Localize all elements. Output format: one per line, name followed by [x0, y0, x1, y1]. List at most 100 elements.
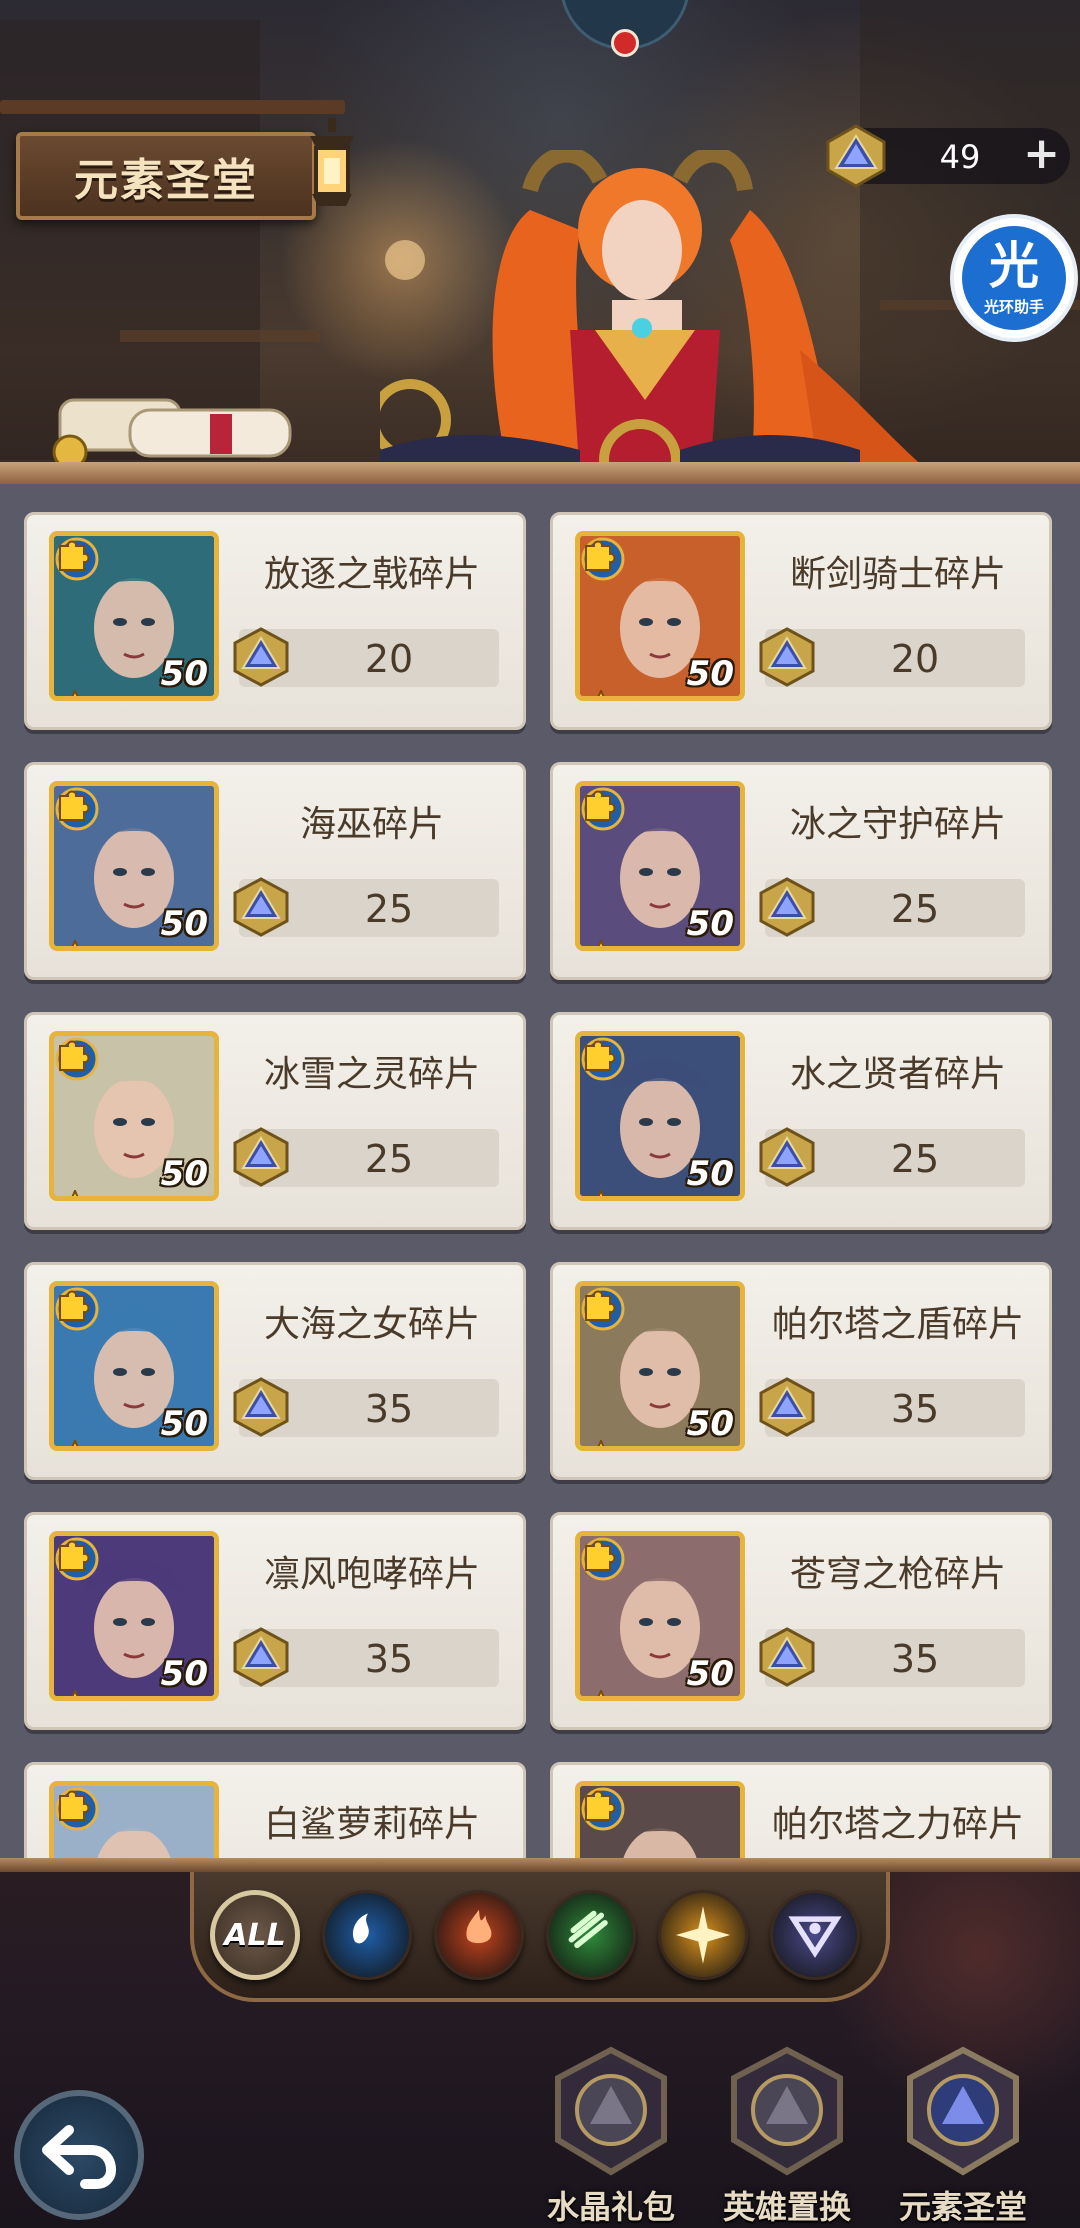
- price-button[interactable]: 25: [233, 1127, 499, 1187]
- price-value: 35: [890, 1637, 940, 1681]
- shard-puzzle-icon: [585, 1790, 616, 1821]
- filter-dark-element-button[interactable]: [770, 1890, 860, 1980]
- hero-portrait[interactable]: 50: [575, 1281, 745, 1451]
- hero-portrait[interactable]: 50: [575, 531, 745, 701]
- shard-name: 帕尔塔之力碎片: [771, 1804, 1024, 1845]
- price-value: 35: [364, 1637, 414, 1681]
- price-value: 25: [364, 887, 414, 931]
- shard-item-card[interactable]: 50 冰雪之灵碎片 25: [24, 1012, 526, 1230]
- hero-portrait[interactable]: 50: [575, 1031, 745, 1201]
- element-gem-icon: [233, 627, 289, 687]
- hero-level: 50: [686, 654, 734, 694]
- currency-counter: 49 +: [826, 124, 1070, 188]
- counter-ledge: [0, 462, 1080, 484]
- shard-item-card[interactable]: 50 断剑骑士碎片 20: [550, 512, 1052, 730]
- hero-portrait[interactable]: 50: [49, 1281, 219, 1451]
- shard-name: 白鲨萝莉碎片: [263, 1804, 480, 1845]
- price-button[interactable]: 35: [759, 1377, 1025, 1437]
- price-button[interactable]: 20: [759, 627, 1025, 687]
- shard-name: 帕尔塔之盾碎片: [771, 1304, 1024, 1345]
- shard-item-card[interactable]: 50 凛风咆哮碎片 35: [24, 1512, 526, 1730]
- helper-glyph: 光: [989, 236, 1039, 295]
- back-arrow-icon: [42, 2125, 117, 2189]
- element-gem-icon: [233, 1377, 289, 1437]
- page-title: 元素圣堂: [74, 155, 258, 206]
- star-icon: [597, 1440, 605, 1446]
- star-icon: [71, 690, 79, 696]
- filter-water-element-button[interactable]: [322, 1890, 412, 1980]
- hero-portrait[interactable]: 50: [49, 531, 219, 701]
- filter-light-element-button[interactable]: [658, 1890, 748, 1980]
- shard-item-card[interactable]: 50 海巫碎片 25: [24, 762, 526, 980]
- star-icon: [597, 1190, 605, 1196]
- shard-name: 大海之女碎片: [263, 1304, 480, 1345]
- price-value: 20: [364, 637, 414, 681]
- hero-portrait[interactable]: 50: [575, 781, 745, 951]
- price-value: 25: [890, 1137, 940, 1181]
- element-gem-icon: [759, 877, 815, 937]
- filter-all-button[interactable]: ALL: [210, 1890, 300, 1980]
- dark-element-icon: [788, 1916, 842, 1958]
- helper-assistant-button[interactable]: 光 光环助手: [954, 218, 1074, 338]
- price-button[interactable]: 35: [759, 1627, 1025, 1687]
- shard-puzzle-icon: [585, 790, 616, 821]
- shard-name: 放逐之戟碎片: [263, 554, 480, 595]
- notification-dot: [611, 29, 639, 57]
- star-icon: [597, 1690, 605, 1696]
- filter-all-label: ALL: [224, 1917, 286, 1953]
- price-button[interactable]: 20: [233, 627, 499, 687]
- element-gem-icon: [233, 877, 289, 937]
- shard-name: 水之贤者碎片: [789, 1054, 1006, 1095]
- shard-item-card[interactable]: 50 放逐之戟碎片 20: [24, 512, 526, 730]
- hero-portrait[interactable]: 50: [49, 1031, 219, 1201]
- shard-puzzle-icon: [585, 540, 616, 571]
- price-button[interactable]: 35: [233, 1627, 499, 1687]
- filter-fire-element-button[interactable]: [434, 1890, 524, 1980]
- shard-item-card[interactable]: 50 冰之守护碎片 25: [550, 762, 1052, 980]
- shard-puzzle-icon: [59, 1040, 90, 1071]
- page-title-sign: 元素圣堂: [16, 132, 316, 220]
- back-button[interactable]: [14, 2090, 144, 2220]
- shard-puzzle-icon: [59, 790, 90, 821]
- shard-list-panel[interactable]: 50 放逐之戟碎片 20 50 断剑骑士碎片 20 50 海巫碎片 25 50 冰之守护碎片 25 50…: [0, 484, 1080, 1864]
- nav-hero-swap[interactable]: 英雄置换: [712, 2044, 862, 2226]
- hero-portrait[interactable]: 50: [49, 781, 219, 951]
- price-button[interactable]: 25: [233, 877, 499, 937]
- hero-portrait[interactable]: [49, 1781, 219, 1864]
- price-value: 25: [364, 1137, 414, 1181]
- filter-wind-element-button[interactable]: [546, 1890, 636, 1980]
- price-button[interactable]: 25: [759, 877, 1025, 937]
- hero-swap-icon: [731, 2046, 843, 2176]
- hero-level: 50: [686, 1404, 734, 1444]
- shard-item-card[interactable]: 白鲨萝莉碎片: [24, 1762, 526, 1864]
- nav-label: 元素圣堂: [898, 2188, 1027, 2226]
- shard-item-card[interactable]: 50 大海之女碎片 35: [24, 1262, 526, 1480]
- element-gem-icon: [759, 1377, 815, 1437]
- fire-element-icon: [466, 1909, 492, 1944]
- price-button[interactable]: 25: [759, 1127, 1025, 1187]
- element-gem-icon: [233, 1127, 289, 1187]
- shard-puzzle-icon: [585, 1290, 616, 1321]
- nav-element-sanctum[interactable]: 元素圣堂: [888, 2044, 1038, 2226]
- hero-level: 50: [160, 1404, 208, 1444]
- hero-portrait[interactable]: 50: [575, 1531, 745, 1701]
- hero-level: 50: [160, 904, 208, 944]
- hero-portrait[interactable]: [575, 1781, 745, 1864]
- crystal-pack-icon: [555, 2046, 667, 2176]
- element-gem-icon: [233, 1627, 289, 1687]
- shard-puzzle-icon: [59, 1290, 90, 1321]
- bottom-ledge: [0, 1858, 1080, 1872]
- add-currency-button[interactable]: +: [1023, 132, 1060, 176]
- shard-item-card[interactable]: 帕尔塔之力碎片: [550, 1762, 1052, 1864]
- shard-puzzle-icon: [585, 1040, 616, 1071]
- lantern-icon: [310, 118, 354, 206]
- star-icon: [71, 940, 79, 946]
- hero-portrait[interactable]: 50: [49, 1531, 219, 1701]
- star-icon: [597, 940, 605, 946]
- shard-puzzle-icon: [585, 1540, 616, 1571]
- nav-crystal-pack[interactable]: 水晶礼包: [536, 2044, 686, 2226]
- shard-item-card[interactable]: 50 水之贤者碎片 25: [550, 1012, 1052, 1230]
- shard-item-card[interactable]: 50 苍穹之枪碎片 35: [550, 1512, 1052, 1730]
- shard-item-card[interactable]: 50 帕尔塔之盾碎片 35: [550, 1262, 1052, 1480]
- price-button[interactable]: 35: [233, 1377, 499, 1437]
